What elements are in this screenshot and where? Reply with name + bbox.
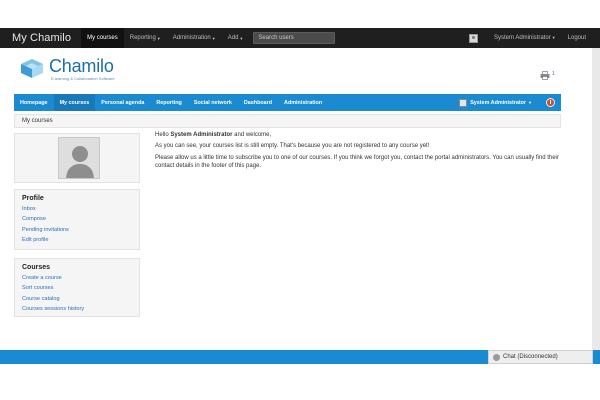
caret-down-icon: ▼ — [551, 35, 556, 40]
chamilo-cube-logo-icon — [21, 59, 43, 78]
print-button[interactable]: 1 — [540, 71, 555, 80]
courses-panel-title: Courses — [22, 264, 51, 271]
tab-reporting[interactable]: Reporting — [150, 94, 187, 111]
logo-wordmark: Chamilo — [49, 56, 114, 76]
main-content: Hello System Administrator and welcome, … — [155, 131, 565, 174]
greeting-name: System Administrator — [170, 132, 233, 138]
topnav-reporting[interactable]: Reporting ▼ — [124, 28, 167, 48]
default-user-silhouette-icon — [59, 138, 99, 178]
courses-link-create[interactable]: Create a course — [22, 273, 132, 283]
search-users-input[interactable]: Search users — [253, 32, 336, 44]
empty-courses-message: As you can see, your courses list is sti… — [155, 143, 430, 150]
greeting-prefix: Hello — [155, 132, 171, 138]
topnav-administration-label: Administration — [172, 35, 211, 41]
user-avatar[interactable] — [58, 137, 100, 179]
logo-tagline: E-learning & Collaboration Software — [51, 76, 115, 81]
tab-social-network[interactable]: Social network — [188, 94, 238, 111]
user-avatar-icon — [468, 33, 478, 43]
caret-down-icon: ▼ — [156, 35, 161, 41]
printer-icon — [540, 71, 550, 80]
profile-link-pending-invitations[interactable]: Pending invitations — [22, 225, 132, 235]
profile-panel: Profile Inbox Compose Pending invitation… — [14, 189, 140, 250]
tab-homepage[interactable]: Homepage — [14, 94, 54, 111]
user-picture-panel — [14, 133, 140, 183]
breadcrumb[interactable]: My courses — [14, 114, 561, 128]
welcome-greeting: Hello System Administrator and welcome, — [155, 131, 565, 139]
subscription-help-message: Please allow us a little time to subscri… — [155, 154, 559, 170]
top-user-menu[interactable]: System Administrator▼ — [488, 35, 562, 41]
profile-link-inbox[interactable]: Inbox — [22, 204, 132, 214]
courses-link-sessions-history[interactable]: Courses sessions history — [22, 304, 132, 314]
tab-administration[interactable]: Administration — [278, 94, 328, 111]
chat-status-icon — [493, 353, 500, 361]
profile-link-compose[interactable]: Compose — [22, 214, 132, 224]
courses-link-sort[interactable]: Sort courses — [22, 283, 132, 293]
site-header: Chamilo E-learning & Collaboration Softw… — [0, 48, 600, 94]
mainnav-user-label: System Administrator — [470, 99, 527, 106]
tab-personal-agenda[interactable]: Personal agenda — [95, 94, 150, 111]
courses-link-catalog[interactable]: Course catalog — [22, 294, 132, 304]
chamilo-logo[interactable]: Chamilo E-learning & Collaboration Softw… — [17, 54, 127, 84]
topnav-administration[interactable]: Administration ▼ — [167, 28, 222, 48]
tab-my-courses[interactable]: My courses — [53, 94, 96, 111]
topnav-reporting-label: Reporting — [129, 35, 156, 41]
print-count: 1 — [552, 71, 555, 77]
greeting-suffix: and welcome, — [232, 132, 272, 138]
topnav-my-courses-label: My courses — [87, 35, 118, 41]
courses-panel: Courses Create a course Sort courses Cou… — [14, 258, 140, 317]
logout-link[interactable]: Logout — [562, 35, 592, 41]
chat-toggle[interactable]: Chat (Disconnected) — [488, 350, 593, 364]
top-user-label: System Administrator — [493, 35, 551, 41]
brand-link[interactable]: My Chamilo — [0, 32, 81, 44]
topnav-add[interactable]: Add ▼ — [222, 28, 250, 48]
topnav-my-courses[interactable]: My courses — [81, 28, 124, 48]
user-avatar-icon — [459, 98, 468, 107]
caret-down-icon: ▼ — [528, 100, 532, 105]
caret-down-icon: ▼ — [239, 35, 244, 41]
profile-link-edit-profile[interactable]: Edit profile — [22, 235, 132, 245]
chat-label: Chat (Disconnected) — [503, 354, 558, 360]
logout-power-icon[interactable] — [546, 98, 555, 107]
top-nav-menu: My courses Reporting ▼ Administration ▼ Ad… — [81, 28, 336, 48]
top-user-area: System Administrator▼ Logout — [468, 28, 600, 48]
main-navbar: Homepage My courses Personal agenda Repo… — [14, 94, 561, 111]
profile-panel-title: Profile — [22, 195, 44, 202]
topnav-add-label: Add — [227, 35, 239, 41]
tab-dashboard[interactable]: Dashboard — [238, 94, 278, 111]
top-navbar: My Chamilo My courses Reporting ▼ Adminis… — [0, 28, 600, 48]
mainnav-user-menu[interactable]: System Administrator ▼ — [459, 98, 561, 107]
caret-down-icon: ▼ — [211, 35, 216, 41]
